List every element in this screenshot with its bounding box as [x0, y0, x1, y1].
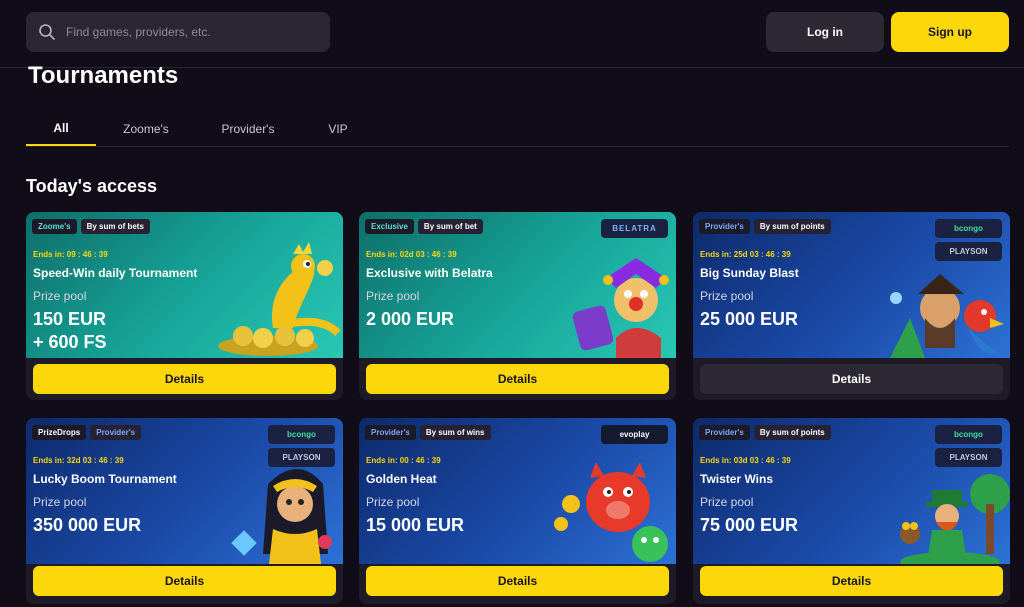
tab-all[interactable]: All [26, 112, 96, 146]
tournament-tabs: All Zoome's Provider's VIP [26, 112, 1009, 147]
category-tag: Provider's [365, 425, 416, 440]
tab-vip[interactable]: VIP [318, 112, 358, 146]
tab-providers[interactable]: Provider's [208, 112, 288, 146]
search-input[interactable] [66, 25, 306, 39]
countdown: Ends in: 25d 03 : 46 : 39 [700, 250, 791, 259]
playson-logo: PLAYSON [268, 448, 335, 467]
countdown: Ends in: 09 : 46 : 39 [33, 250, 108, 259]
tournament-card[interactable]: Provider's By sum of points bcongo PLAYS… [693, 212, 1010, 400]
tournament-name: Big Sunday Blast [700, 266, 799, 280]
prize-pool-value: 25 000 EUR [700, 309, 799, 329]
prize-pool-label: Prize pool [366, 289, 420, 303]
tournament-card[interactable]: Zoome's By sum of bets Ends in: 09 : 46 … [26, 212, 343, 400]
tournament-card[interactable]: Provider's By sum of wins evoplay Ends i… [359, 418, 676, 604]
tournament-name: Golden Heat [366, 472, 437, 486]
rule-tag: By sum of wins [419, 425, 491, 440]
prize-pool-value: 150 EUR + 600 FS [33, 308, 107, 354]
countdown: Ends in: 00 : 46 : 39 [366, 456, 441, 465]
prize-pool-label: Prize pool [700, 495, 754, 509]
tab-zoomes[interactable]: Zoome's [111, 112, 181, 146]
belatra-logo: BELATRA [601, 219, 668, 238]
boongo-logo: bcongo [268, 425, 335, 444]
category-tag: Provider's [699, 425, 750, 440]
category-tag: Provider's [90, 425, 142, 440]
details-button[interactable]: Details [33, 566, 336, 596]
tournament-name: Speed-Win daily Tournament [33, 266, 198, 280]
category-tag: Exclusive [365, 219, 414, 234]
evoplay-logo: evoplay [601, 425, 668, 444]
top-header: Log in Sign up [0, 0, 1024, 68]
countdown: Ends in: 03d 03 : 46 : 39 [700, 456, 791, 465]
prize-pool-value: 350 000 EUR [33, 515, 142, 535]
rule-tag: By sum of points [753, 425, 831, 440]
section-title: Today's access [26, 176, 158, 196]
prize-pool-value: 2 000 EUR [366, 309, 455, 329]
prize-pool-label: Prize pool [33, 289, 87, 303]
rule-tag: By sum of points [753, 219, 831, 234]
prize-pool-label: Prize pool [366, 495, 420, 509]
login-button[interactable]: Log in [766, 12, 884, 52]
prize-pool-line: 150 EUR [33, 309, 107, 329]
tournament-name: Twister Wins [700, 472, 774, 486]
prize-pool-value: 15 000 EUR [366, 515, 465, 535]
details-button[interactable]: Details [366, 566, 669, 596]
boongo-logo: bcongo [935, 219, 1002, 238]
tournament-name: Lucky Boom Tournament [33, 472, 177, 486]
page-title: Tournaments [28, 62, 179, 89]
lizard-art-icon [218, 242, 341, 356]
details-button[interactable]: Details [700, 364, 1003, 394]
countdown: Ends in: 32d 03 : 46 : 39 [33, 456, 124, 465]
search-icon [38, 23, 56, 41]
rule-tag: By sum of bets [80, 219, 150, 234]
tournament-card[interactable]: PrizeDrops Provider's bcongo PLAYSON End… [26, 418, 343, 604]
boongo-logo: bcongo [935, 425, 1002, 444]
category-tag: Zoome's [32, 219, 77, 234]
details-button[interactable]: Details [33, 364, 336, 394]
search-bar[interactable] [26, 12, 330, 52]
pig-art-icon [554, 462, 668, 562]
category-tag: Provider's [699, 219, 750, 234]
details-button[interactable]: Details [700, 566, 1003, 596]
countdown: Ends in: 02d 03 : 46 : 39 [366, 250, 457, 259]
tournament-card[interactable]: Exclusive By sum of bet BELATRA Ends in:… [359, 212, 676, 400]
signup-button[interactable]: Sign up [891, 12, 1009, 52]
prize-pool-label: Prize pool [700, 289, 754, 303]
category-tag: PrizeDrops [32, 425, 87, 440]
prize-pool-line: + 600 FS [33, 332, 107, 352]
jester-art-icon [572, 258, 669, 358]
prize-pool-label: Prize pool [33, 495, 87, 509]
details-button[interactable]: Details [366, 364, 669, 394]
playson-logo: PLAYSON [935, 448, 1002, 467]
playson-logo: PLAYSON [935, 242, 1002, 261]
tournament-name: Exclusive with Belatra [366, 266, 493, 280]
rule-tag: By sum of bet [417, 219, 483, 234]
prize-pool-value: 75 000 EUR [700, 515, 799, 535]
tournament-card[interactable]: Provider's By sum of points bcongo PLAYS… [693, 418, 1010, 604]
